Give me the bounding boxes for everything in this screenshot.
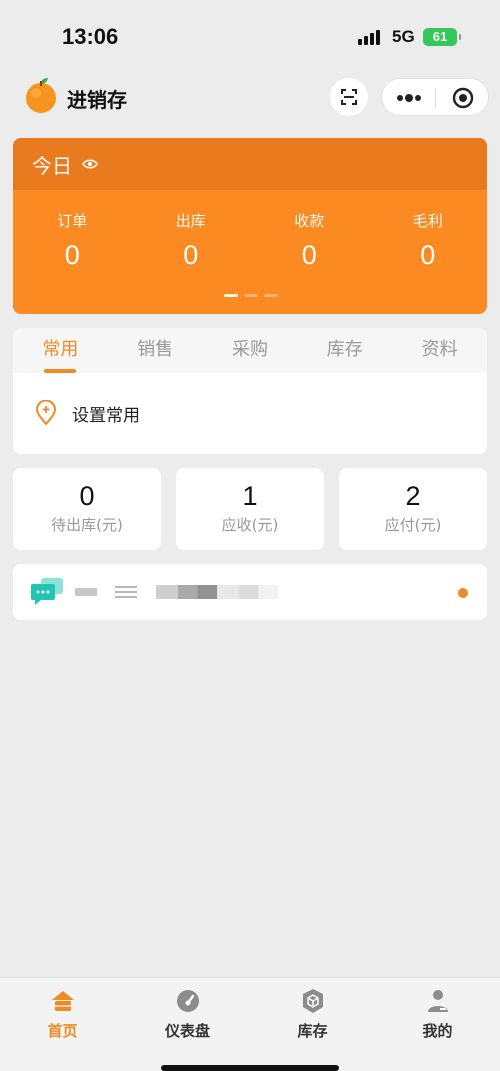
obscured-text: [156, 585, 278, 599]
kpi-label: 应付(元): [384, 516, 442, 534]
kpi-pending-outbound[interactable]: 0 待出库(元): [13, 468, 161, 550]
stat-value: 0: [64, 240, 80, 270]
scan-button[interactable]: [330, 78, 368, 116]
kpi-receivable[interactable]: 1 应收(元): [176, 468, 324, 550]
menu-tabs: 常用 销售 采购 库存 资料: [13, 328, 487, 373]
kpi-value: 1: [242, 481, 258, 511]
stat-label: 毛利: [412, 212, 443, 230]
inventory-box-icon: [302, 989, 323, 1013]
stat-receipts[interactable]: 收款 0: [250, 210, 369, 271]
tab-sales[interactable]: 销售: [108, 328, 203, 373]
obscured-text: [115, 586, 137, 598]
stat-label: 收款: [294, 212, 325, 230]
notice-bar[interactable]: [13, 564, 487, 620]
function-menu-card: 常用 销售 采购 库存 资料 设置常用: [13, 328, 487, 454]
kpi-row: 0 待出库(元) 1 应收(元) 2 应付(元): [13, 468, 487, 550]
eye-icon[interactable]: [82, 158, 98, 170]
today-title: 今日: [32, 153, 72, 178]
kpi-payable[interactable]: 2 应付(元): [339, 468, 487, 550]
nav-bar: 进销存: [0, 70, 500, 126]
bottom-tab-bar: 首页 仪表盘 库存 我的: [0, 977, 500, 1071]
close-miniprogram-icon[interactable]: [452, 87, 474, 109]
user-icon: [427, 990, 448, 1012]
carousel-dot: [264, 294, 278, 297]
kpi-value: 2: [405, 481, 421, 511]
tabbar-inventory[interactable]: 库存: [250, 978, 375, 1071]
tabbar-label: 我的: [422, 1022, 453, 1040]
signal-icon: [358, 29, 384, 45]
tab-purchase[interactable]: 采购: [203, 328, 298, 373]
carousel-dot: [224, 294, 238, 297]
tabbar-mine[interactable]: 我的: [375, 978, 500, 1071]
stat-label: 订单: [57, 212, 88, 230]
today-stats: 订单 0 出库 0 收款 0 毛利 0: [13, 210, 487, 271]
tab-inventory[interactable]: 库存: [297, 328, 392, 373]
more-icon[interactable]: [396, 91, 422, 105]
home-indicator: [161, 1065, 339, 1071]
tabbar-label: 库存: [297, 1022, 328, 1040]
kpi-value: 0: [79, 481, 95, 511]
home-icon: [51, 991, 74, 1011]
kpi-label: 应收(元): [221, 516, 279, 534]
network-label: 5G: [392, 27, 415, 46]
tabbar-home[interactable]: 首页: [0, 978, 125, 1071]
orange-logo-icon: [26, 78, 56, 113]
set-common-button[interactable]: 设置常用: [35, 400, 140, 426]
stat-label: 出库: [175, 212, 206, 230]
capsule-divider: [435, 88, 436, 108]
status-bar: 13:06 5G 61: [0, 0, 500, 70]
stat-gross-profit[interactable]: 毛利 0: [369, 210, 488, 271]
app-title: 进销存: [67, 88, 127, 112]
carousel-dot: [244, 294, 258, 297]
location-plus-icon: [35, 400, 57, 426]
miniprogram-capsule: [381, 78, 489, 116]
stat-value: 0: [183, 240, 199, 270]
carousel-indicator: [224, 294, 278, 297]
set-common-label: 设置常用: [72, 405, 140, 426]
kpi-label: 待出库(元): [51, 516, 123, 534]
battery-icon: 61: [423, 28, 461, 46]
tab-data[interactable]: 资料: [392, 328, 487, 373]
today-header: 今日: [13, 138, 487, 190]
obscured-text: [75, 588, 97, 596]
dashboard-icon: [176, 990, 199, 1012]
today-summary-card: 今日 订单 0 出库 0 收款 0 毛利 0: [13, 138, 487, 314]
stat-orders[interactable]: 订单 0: [13, 210, 132, 271]
scan-icon: [341, 89, 357, 105]
stat-value: 0: [301, 240, 317, 270]
unread-dot: [458, 588, 468, 598]
tab-common[interactable]: 常用: [13, 328, 108, 373]
tabbar-label: 仪表盘: [164, 1022, 210, 1040]
tabbar-label: 首页: [47, 1022, 78, 1040]
tabbar-dashboard[interactable]: 仪表盘: [125, 978, 250, 1071]
status-time: 13:06: [62, 24, 119, 49]
stat-value: 0: [420, 240, 436, 270]
chat-bubble-icon: [31, 578, 63, 605]
stat-outbound[interactable]: 出库 0: [132, 210, 251, 271]
